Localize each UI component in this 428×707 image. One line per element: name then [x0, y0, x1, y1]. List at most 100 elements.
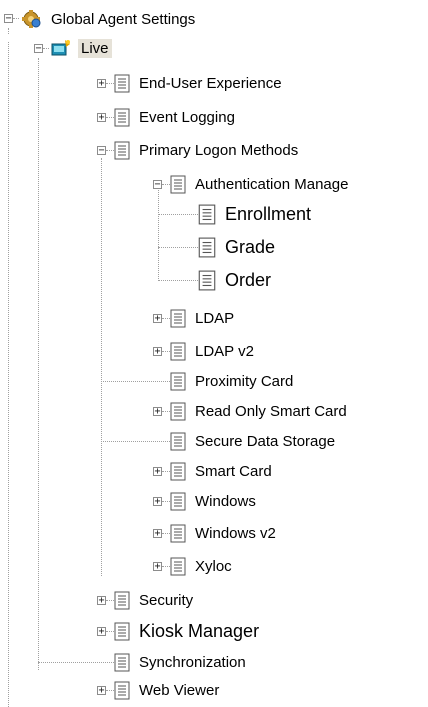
tree-node-grade[interactable]: Grade — [198, 236, 278, 258]
tree-line — [101, 441, 170, 442]
document-icon — [198, 270, 216, 291]
tree-line — [101, 158, 102, 576]
tree-line — [162, 318, 170, 319]
tree-node-label: Proximity Card — [195, 372, 294, 390]
document-icon — [170, 432, 186, 451]
tree-line — [43, 48, 49, 49]
tree-line — [8, 28, 9, 34]
gear-globe-icon — [20, 9, 42, 29]
expand-toggle[interactable]: + — [153, 467, 162, 477]
tree-line — [38, 662, 114, 663]
tree-node-label: Kiosk Manager — [139, 620, 260, 641]
tree-node-event-logging[interactable]: Event Logging — [114, 106, 238, 128]
document-icon — [198, 204, 216, 225]
root-tree-line — [8, 42, 9, 707]
document-icon — [170, 462, 186, 481]
tree-node-label: Authentication Manage — [195, 175, 349, 193]
expand-toggle[interactable]: + — [97, 686, 106, 696]
document-icon — [170, 372, 186, 391]
tree-node-security[interactable]: Security — [114, 589, 196, 611]
tree-line — [106, 690, 114, 691]
tree-node-windows-v2[interactable]: Windows v2 — [170, 522, 279, 544]
tree-node-label: Read Only Smart Card — [195, 402, 347, 420]
collapse-toggle[interactable]: − — [4, 14, 13, 24]
expand-toggle[interactable]: + — [97, 113, 106, 123]
expand-toggle[interactable]: + — [153, 314, 162, 324]
tree-node-label: Enrollment — [225, 203, 312, 224]
expand-toggle[interactable]: + — [153, 407, 162, 417]
document-icon — [198, 237, 216, 258]
live-config-icon — [50, 38, 72, 58]
tree-line — [162, 471, 170, 472]
document-icon — [170, 175, 186, 194]
tree-node-label: Xyloc — [195, 557, 232, 575]
document-icon — [170, 402, 186, 421]
tree-node-primary-logon-methods[interactable]: Primary Logon Methods — [114, 139, 301, 161]
tree-node-secure-data-storage[interactable]: Secure Data Storage — [170, 430, 338, 452]
document-icon — [114, 591, 130, 610]
expand-toggle[interactable]: + — [97, 596, 106, 606]
collapse-toggle[interactable]: − — [97, 146, 106, 156]
tree-line — [101, 381, 170, 382]
tree-line — [158, 247, 198, 248]
tree-node-xyloc[interactable]: Xyloc — [170, 555, 235, 577]
tree-line — [106, 631, 114, 632]
tree-node-ldap[interactable]: LDAP — [170, 307, 237, 329]
tree-node-smart-card[interactable]: Smart Card — [170, 460, 275, 482]
tree-node-label: Windows v2 — [195, 524, 276, 542]
tree-node-web-viewer[interactable]: Web Viewer — [114, 679, 222, 701]
expand-toggle[interactable]: + — [97, 627, 106, 637]
tree-node-label: Secure Data Storage — [195, 432, 336, 450]
tree-node-label: Grade — [225, 236, 276, 257]
tree-line — [162, 411, 170, 412]
tree-line — [106, 83, 114, 84]
collapse-toggle[interactable]: − — [34, 44, 43, 54]
tree-node-label: Event Logging — [139, 108, 235, 126]
tree-node-label: Windows — [195, 492, 256, 510]
tree-node-label: Order — [225, 269, 272, 290]
tree-node-label: Synchronization — [139, 653, 246, 671]
tree-node-label: Primary Logon Methods — [139, 141, 299, 159]
document-icon — [114, 74, 130, 93]
tree-node-kiosk-manager[interactable]: Kiosk Manager — [114, 620, 262, 642]
expand-toggle[interactable]: + — [153, 497, 162, 507]
tree-line — [162, 533, 170, 534]
tree-node-label: Web Viewer — [139, 681, 220, 699]
tree-node-label: Live — [78, 38, 112, 58]
expand-toggle[interactable]: + — [153, 529, 162, 539]
tree-node-order[interactable]: Order — [198, 269, 274, 291]
tree-node-label: Security — [139, 591, 194, 609]
tree-node-windows[interactable]: Windows — [170, 490, 259, 512]
tree-line — [162, 566, 170, 567]
tree-line — [106, 117, 114, 118]
tree-line — [162, 351, 170, 352]
tree-node-end-user-experience[interactable]: End-User Experience — [114, 72, 285, 94]
tree-line — [106, 600, 114, 601]
tree-node-label: LDAP — [195, 309, 235, 327]
tree-line — [158, 280, 198, 281]
document-icon — [114, 141, 130, 160]
expand-toggle[interactable]: + — [97, 79, 106, 89]
tree-node-authentication-manage[interactable]: Authentication Manage — [170, 173, 351, 195]
document-icon — [170, 309, 186, 328]
document-icon — [170, 557, 186, 576]
tree-node-synchronization[interactable]: Synchronization — [114, 651, 249, 673]
tree-node-enrollment[interactable]: Enrollment — [198, 203, 314, 225]
tree-node-live[interactable]: Live — [50, 37, 112, 59]
expand-toggle[interactable]: + — [153, 347, 162, 357]
tree-node-read-only-smart-card[interactable]: Read Only Smart Card — [170, 400, 350, 422]
document-icon — [114, 108, 130, 127]
tree-node-proximity-card[interactable]: Proximity Card — [170, 370, 296, 392]
tree-line — [158, 187, 159, 281]
document-icon — [170, 524, 186, 543]
collapse-toggle[interactable]: − — [153, 180, 162, 190]
tree-line — [162, 501, 170, 502]
tree-line — [106, 150, 114, 151]
document-icon — [114, 653, 130, 672]
expand-toggle[interactable]: + — [153, 562, 162, 572]
tree-line — [158, 214, 198, 215]
tree-node-label: Global Agent Settings — [51, 10, 196, 28]
tree-line — [13, 18, 19, 19]
tree-node-global-agent-settings[interactable]: Global Agent Settings — [20, 8, 198, 30]
tree-node-ldap-v2[interactable]: LDAP v2 — [170, 340, 257, 362]
